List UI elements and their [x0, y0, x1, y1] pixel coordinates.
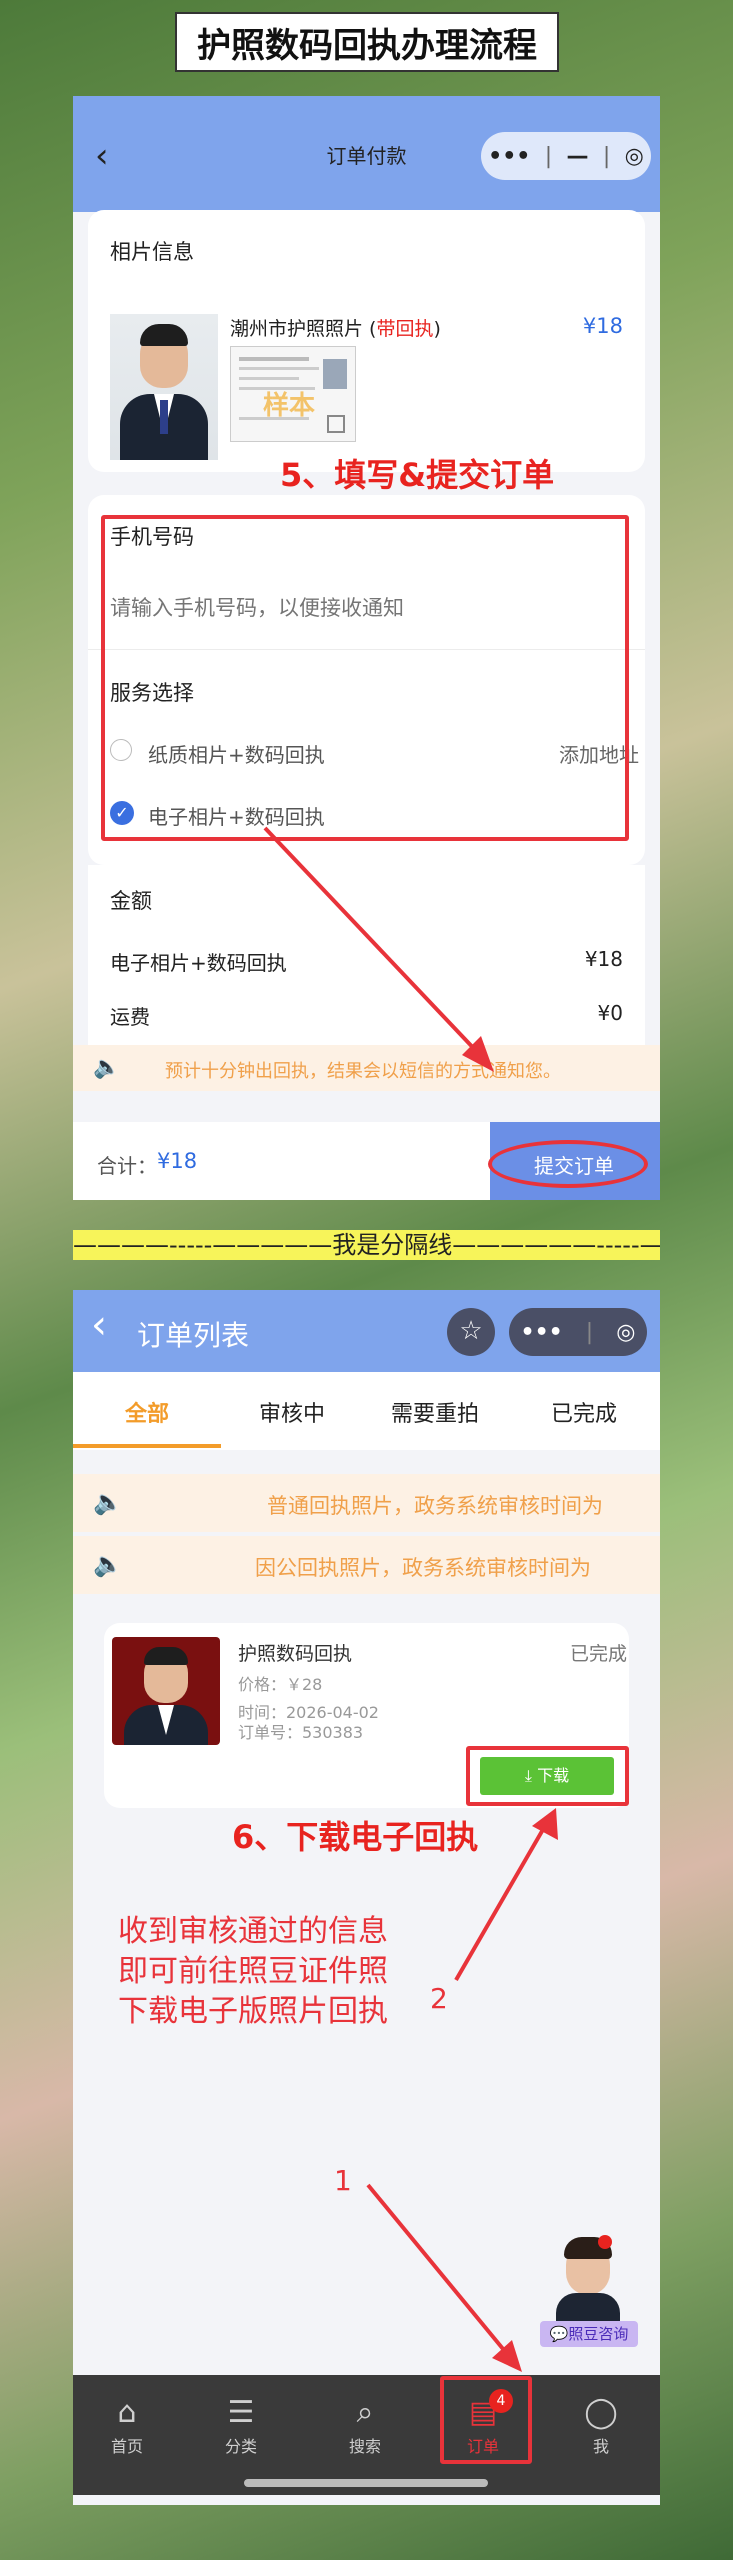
notice-banner-2: 🔈 因公回执照片，政务系统审核时间为	[73, 1536, 660, 1594]
tabbar-home[interactable]: ⌂ 首页	[87, 2395, 167, 2457]
tabbar-me[interactable]: ◯ 我	[561, 2395, 641, 2457]
back-chevron-icon[interactable]: ‹	[91, 1302, 107, 1348]
arrow-number-2: 2	[430, 1982, 448, 2015]
tabbar-search[interactable]: ⌕ 搜索	[325, 2395, 405, 2457]
user-icon: ◯	[584, 2395, 618, 2430]
home-indicator	[244, 2479, 488, 2487]
order-status: 已完成	[569, 1643, 627, 1665]
more-icon[interactable]: •••	[521, 1320, 563, 1345]
step5-arrow	[263, 826, 494, 1072]
notice-text: 普通回执照片，政务系统审核时间为	[267, 1494, 603, 1518]
order-thumbnail	[112, 1637, 220, 1745]
notification-dot	[598, 2235, 612, 2249]
tabbar-category[interactable]: ☰ 分类	[201, 2395, 281, 2457]
mini-program-capsule[interactable]: ••• | ◎	[509, 1308, 647, 1356]
order-title: 护照数码回执	[238, 1643, 353, 1665]
consult-label[interactable]: 💬照豆咨询	[540, 2321, 638, 2347]
category-icon: ☰	[227, 2395, 255, 2430]
nav-title: 订单列表	[137, 1319, 250, 1352]
nav-bar: ‹ 订单列表 ☆ ••• | ◎	[73, 1290, 660, 1372]
arrow-number-1: 1	[334, 2164, 352, 2197]
order-tabs: 全部 审核中 需要重拍 已完成	[73, 1372, 660, 1450]
bottom-tab-bar: ⌂ 首页 ☰ 分类 ⌕ 搜索 ▤ 订单 4 ◯ 我	[73, 2375, 660, 2495]
speaker-icon: 🔈	[93, 1550, 123, 1578]
notice-banner-1: 🔈 普通回执照片，政务系统审核时间为	[73, 1474, 660, 1532]
speaker-icon: 🔈	[93, 1488, 123, 1516]
tab-completed[interactable]: 已完成	[551, 1396, 617, 1428]
notice-text: 因公回执照片，政务系统审核时间为	[255, 1556, 591, 1580]
orders-tab-highlight-box	[440, 2376, 532, 2464]
order-number: 订单号：530383	[238, 1723, 364, 1742]
separator-bar: ————-----—————我是分隔线——————-----—————	[73, 1230, 660, 1260]
home-icon: ⌂	[117, 2395, 137, 2430]
active-tab-indicator	[73, 1444, 221, 1448]
consult-widget[interactable]: 💬照豆咨询	[540, 2235, 640, 2347]
tab-reviewing[interactable]: 审核中	[259, 1396, 325, 1428]
tab-all[interactable]: 全部	[125, 1396, 169, 1428]
chat-icon: 💬	[549, 2325, 569, 2343]
order-price: 价格：￥28	[238, 1675, 323, 1694]
close-circle-icon[interactable]: ◎	[616, 1320, 635, 1345]
tab-retake[interactable]: 需要重拍	[391, 1396, 479, 1428]
search-icon: ⌕	[356, 2395, 374, 2430]
star-icon[interactable]: ☆	[447, 1308, 495, 1356]
